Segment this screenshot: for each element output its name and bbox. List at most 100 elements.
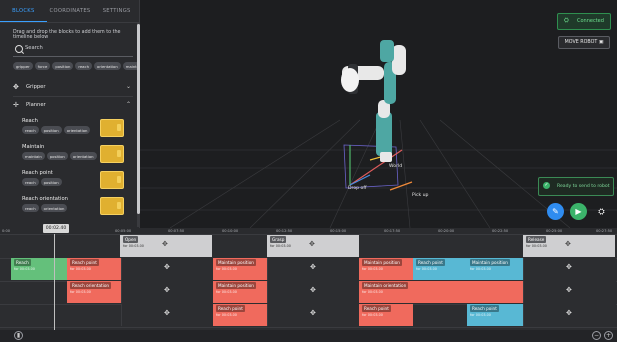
timeline-block[interactable]: Maintain position for 00:03.00 bbox=[213, 281, 267, 303]
block-title: Reach point bbox=[470, 305, 499, 312]
gripper-icon: ✥ bbox=[310, 263, 316, 271]
timeline-row: Reach for 00:03.00 Reach point for 00:03… bbox=[0, 258, 617, 282]
timeline[interactable]: Open for 00:03.00 ✥ Grasp for 00:03.00 ✥… bbox=[0, 235, 617, 330]
block-duration: for 00:03.00 bbox=[70, 290, 91, 294]
gripper-icon: ✥ bbox=[13, 83, 19, 91]
block-duration: for 00:03.00 bbox=[362, 267, 383, 271]
timeline-row-gripper: Open for 00:03.00 ✥ Grasp for 00:03.00 ✥… bbox=[0, 235, 617, 259]
timeline-block[interactable]: Reach point for 00:03.00 bbox=[359, 304, 413, 326]
filter-chip[interactable]: reach bbox=[75, 62, 92, 70]
timeline-slot[interactable]: ✥ bbox=[267, 258, 360, 280]
robot-connected-icon: ⛭ bbox=[564, 17, 569, 24]
toast-text: Ready to send to robot bbox=[557, 184, 610, 189]
timeline-block[interactable]: Reach for 00:03.00 bbox=[11, 258, 67, 280]
block-maintain[interactable]: Maintain maintain position orientation bbox=[22, 144, 128, 166]
filter-chip[interactable]: position bbox=[52, 62, 74, 70]
block-duration: for 00:03.00 bbox=[416, 267, 437, 271]
block-title: Reach bbox=[22, 118, 38, 124]
timeline-block[interactable]: Reach point for 00:03.00 bbox=[413, 258, 467, 280]
timeline-ruler[interactable]: 0:00 00:05:00 00:07:50 00:10:00 00:12:50… bbox=[0, 228, 617, 235]
block-reach[interactable]: Reach reach position orientation bbox=[22, 118, 128, 140]
filter-chip[interactable]: force bbox=[34, 62, 51, 70]
block-title: Maintain bbox=[22, 144, 45, 150]
filter-chip[interactable]: gripper bbox=[13, 62, 33, 70]
divider bbox=[13, 96, 133, 97]
check-icon: ✓ bbox=[543, 182, 550, 189]
section-gripper[interactable]: ✥ Gripper ⌄ bbox=[13, 82, 133, 94]
block-duration: for 00:03.00 bbox=[216, 267, 237, 271]
block-title: Reach bbox=[14, 259, 31, 266]
tick-label: 00:27:50 bbox=[596, 229, 613, 233]
section-planner[interactable]: ✛ Planner ⌃ bbox=[13, 100, 133, 112]
move-robot-button[interactable]: MOVE ROBOT ▣ bbox=[558, 36, 610, 49]
block-title: Reach point bbox=[22, 170, 53, 176]
tab-coordinates[interactable]: COORDINATES bbox=[47, 0, 94, 22]
timeline-slot[interactable]: ✥ bbox=[523, 304, 616, 326]
block-drag-handle[interactable] bbox=[100, 197, 124, 215]
status-toast: ✓ Ready to send to robot bbox=[538, 177, 614, 196]
edit-fab[interactable]: ✎ bbox=[547, 203, 564, 220]
playhead[interactable] bbox=[54, 234, 55, 330]
block-title: Reach orientation bbox=[22, 196, 68, 202]
timeline-block[interactable]: Grasp for 00:03.00 ✥ bbox=[267, 235, 359, 257]
panel-tabs: BLOCKS COORDINATES SETTINGS bbox=[0, 0, 140, 23]
search-placeholder: Search bbox=[25, 45, 43, 51]
timeline-block[interactable]: Reach point for 00:03.00 bbox=[67, 258, 121, 280]
current-time[interactable]: 00:02.40 bbox=[43, 224, 69, 233]
delete-button[interactable]: ▮ bbox=[14, 331, 23, 340]
block-reach-point[interactable]: Reach point reach position bbox=[22, 170, 128, 192]
timeline-block[interactable]: Open for 00:03.00 ✥ bbox=[120, 235, 212, 257]
filter-chip[interactable]: orientation bbox=[94, 62, 121, 70]
search-icon bbox=[15, 45, 23, 53]
timeline-block[interactable]: Maintain position for 00:03.00 bbox=[213, 258, 267, 280]
timeline-slot[interactable]: ✥ bbox=[121, 281, 213, 303]
block-drag-handle[interactable] bbox=[100, 119, 124, 137]
block-drag-handle[interactable] bbox=[100, 145, 124, 163]
tab-blocks[interactable]: BLOCKS bbox=[0, 0, 47, 22]
zoom-out-button[interactable]: − bbox=[592, 331, 601, 340]
zoom-in-button[interactable]: + bbox=[604, 331, 613, 340]
timeline-slot[interactable]: ✥ bbox=[523, 258, 616, 280]
timeline-block[interactable]: Reach orientation for 00:03.00 bbox=[67, 281, 121, 303]
block-title: Reach point bbox=[70, 259, 99, 266]
timeline-slot[interactable]: ✥ bbox=[523, 281, 616, 303]
block-title: Reach point bbox=[362, 305, 391, 312]
timeline-slot[interactable]: ✥ bbox=[121, 258, 213, 280]
timeline-block[interactable]: Maintain position for 00:03.00 bbox=[467, 258, 523, 280]
play-fab[interactable]: ▶ bbox=[570, 203, 587, 220]
gripper-icon: ✥ bbox=[566, 309, 572, 317]
block-chip: position bbox=[40, 178, 62, 186]
panel-hint: Drag and drop the blocks to add them to … bbox=[13, 30, 121, 40]
timeline-block[interactable]: Maintain position for 00:03.00 bbox=[359, 258, 413, 280]
timeline-block[interactable]: Reach point for 00:03.00 bbox=[467, 304, 523, 326]
chevron-down-icon: ⌄ bbox=[125, 83, 131, 90]
timeline-slot[interactable]: ✥ bbox=[121, 304, 213, 326]
planner-icon: ✛ bbox=[13, 101, 19, 109]
block-chip: orientation bbox=[69, 152, 97, 160]
block-title: Maintain position bbox=[470, 259, 510, 266]
tab-settings[interactable]: SETTINGS bbox=[93, 0, 140, 22]
timeline-block[interactable]: Reach point for 00:03.00 bbox=[213, 304, 267, 326]
block-reach-orientation[interactable]: Reach orientation reach orientation bbox=[22, 196, 128, 218]
move-robot-label: MOVE ROBOT bbox=[564, 40, 598, 45]
block-title: Reach point bbox=[416, 259, 445, 266]
pencil-icon: ✎ bbox=[552, 207, 559, 216]
block-drag-handle[interactable] bbox=[100, 171, 124, 189]
connected-button[interactable]: ⛭ Connected bbox=[557, 13, 611, 30]
block-duration: for 00:03.00 bbox=[123, 244, 144, 248]
minus-icon: − bbox=[593, 332, 600, 339]
block-duration: for 00:03.00 bbox=[14, 267, 35, 271]
block-duration: for 00:03.00 bbox=[526, 244, 547, 248]
timeline-row: Reach orientation for 00:03.00 ✥ Maintai… bbox=[0, 281, 617, 305]
timeline-block[interactable]: Release for 00:03.00 ✥ bbox=[523, 235, 615, 257]
search-input[interactable]: Search bbox=[13, 43, 133, 57]
timeline-slot[interactable]: ✥ bbox=[267, 281, 360, 303]
robot-arm bbox=[341, 40, 406, 162]
gripper-icon: ✥ bbox=[310, 286, 316, 294]
block-title: Open bbox=[123, 236, 139, 243]
timeline-block[interactable]: Maintain orientation for 00:03.00 bbox=[359, 281, 523, 303]
gripper-icon: ✥ bbox=[164, 263, 170, 271]
timeline-slot[interactable]: ✥ bbox=[267, 304, 360, 326]
block-duration: for 00:03.00 bbox=[470, 267, 491, 271]
robot-fab[interactable]: ⛭ bbox=[593, 203, 610, 220]
